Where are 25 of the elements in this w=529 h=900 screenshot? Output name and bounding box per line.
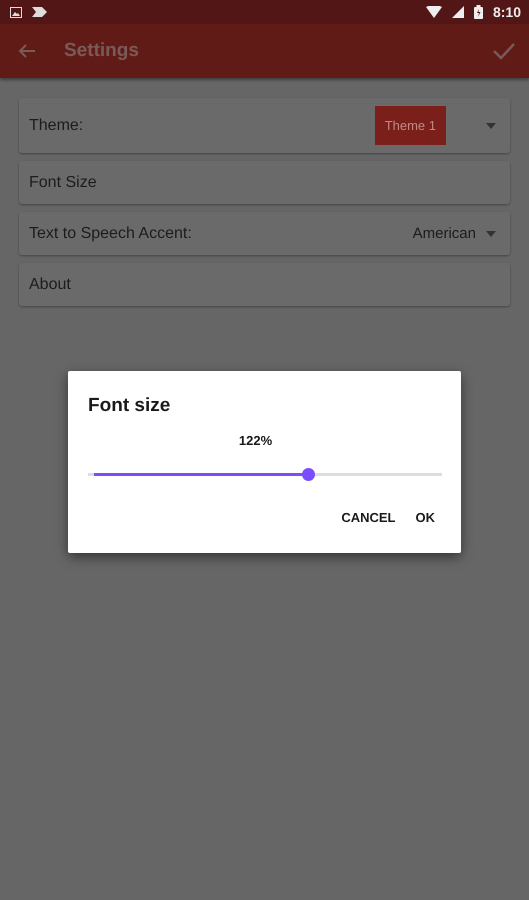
dropdown-value: American: [412, 225, 476, 242]
setting-label: Theme:: [29, 116, 84, 134]
cancel-button[interactable]: CANCEL: [335, 506, 402, 529]
setting-item[interactable]: About: [19, 263, 510, 306]
wifi-icon: [426, 6, 442, 18]
font-size-reading: 122%: [238, 433, 272, 448]
cast-notification-icon: [32, 7, 48, 17]
dialog-title: Font size: [88, 395, 172, 417]
screen-title: Settings: [64, 40, 140, 62]
setting-label: Text to Speech Accent:: [29, 224, 193, 242]
theme-swatch[interactable]: Theme 1: [374, 106, 446, 145]
signal-icon: [452, 6, 464, 18]
confirm-button[interactable]: OK: [410, 506, 441, 529]
setting-item[interactable]: Font Size: [19, 161, 510, 204]
slider-thumb[interactable]: [302, 468, 316, 481]
setting-label: About: [29, 276, 72, 294]
image-notification-icon: [10, 6, 22, 18]
checkmark-icon[interactable]: [493, 42, 515, 60]
setting-label: Font Size: [29, 174, 98, 192]
clock-time: 8:10: [492, 4, 521, 20]
dropdown-caret-icon: [486, 122, 496, 128]
setting-item[interactable]: Text to Speech Accent: American: [19, 212, 510, 255]
dropdown-caret-icon: [486, 230, 496, 236]
battery-icon: [474, 5, 483, 19]
setting-item[interactable]: Theme: Theme 1: [19, 98, 510, 153]
